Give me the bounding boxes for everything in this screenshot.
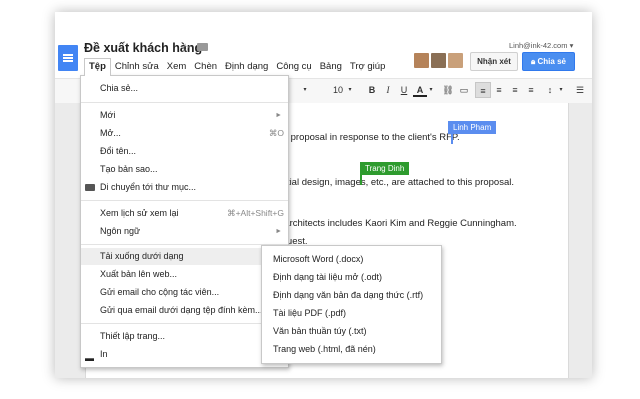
menu-item-page-setup[interactable]: Thiết lập trang... — [81, 328, 288, 345]
menu-item-print[interactable]: ▬In⌘P — [81, 346, 288, 363]
menu-file[interactable]: Tệp — [84, 58, 111, 76]
download-docx[interactable]: Microsoft Word (.docx) — [262, 250, 441, 268]
download-odt[interactable]: Định dạng tài liệu mở (.odt) — [262, 268, 441, 286]
align-justify-icon[interactable]: ≡ — [524, 82, 538, 98]
menu-item-download-as[interactable]: Tải xuống dưới dạng► — [81, 248, 288, 265]
italic-button[interactable]: I — [381, 82, 395, 98]
menu-edit[interactable]: Chỉnh sửa — [111, 58, 163, 76]
submenu-item-label: Văn bản thuần túy (.txt) — [273, 326, 367, 336]
menu-item-label: Mở... — [100, 128, 121, 138]
align-center-icon[interactable]: ≡ — [492, 82, 506, 98]
avatar[interactable] — [414, 53, 429, 68]
comments-button[interactable]: Nhận xét — [470, 52, 518, 71]
share-button[interactable]: 🔒︎ Chia sẻ — [522, 52, 575, 71]
bold-button[interactable]: B — [365, 82, 379, 98]
menu-item-label: Chia sẻ... — [100, 83, 139, 93]
menu-item-label: Ngôn ngữ — [100, 226, 141, 236]
underline-button[interactable]: U — [397, 82, 411, 98]
download-rtf[interactable]: Định dạng văn bản đa dạng thức (.rtf) — [262, 286, 441, 304]
menu-item-label: Đổi tên... — [100, 146, 137, 156]
shortcut-label: ⌘O — [268, 128, 284, 138]
line-spacing-icon[interactable]: ↕ — [543, 82, 557, 98]
avatar[interactable] — [448, 53, 463, 68]
menu-item-label: Xem lịch sử xem lại — [100, 208, 179, 218]
menu-item-label: Di chuyển tới thư mục... — [100, 182, 196, 192]
download-txt[interactable]: Văn bản thuần túy (.txt) — [262, 322, 441, 340]
chevron-right-icon: ► — [275, 228, 282, 235]
menu-divider — [81, 102, 288, 103]
menu-item-new[interactable]: Mới ► — [81, 107, 288, 124]
menu-item-label: Tải xuống dưới dạng — [100, 251, 184, 261]
chevron-right-icon: ► — [275, 112, 282, 119]
printer-icon: ▬ — [85, 353, 94, 363]
download-pdf[interactable]: Tài liệu PDF (.pdf) — [262, 304, 441, 322]
submenu-item-label: Tài liệu PDF (.pdf) — [273, 308, 347, 318]
menu-item-open[interactable]: Mở... ⌘O — [81, 125, 288, 142]
menu-bar: Tệp Chỉnh sửa Xem Chèn Định dạng Công cụ… — [84, 58, 389, 76]
menu-table[interactable]: Bảng — [316, 58, 346, 76]
chevron-down-icon[interactable]: ▾ — [557, 82, 565, 98]
account-email[interactable]: Linh@ink-42.com ▾ — [509, 41, 573, 50]
folder-icon — [85, 184, 95, 191]
chevron-down-icon[interactable]: ▾ — [301, 82, 309, 98]
menu-item-language[interactable]: Ngôn ngữ ► — [81, 223, 288, 240]
menu-item-label: Mới — [100, 110, 116, 120]
submenu-item-label: Trang web (.html, đã nén) — [273, 344, 376, 354]
download-html[interactable]: Trang web (.html, đã nén) — [262, 340, 441, 358]
menu-item-publish[interactable]: Xuất bản lên web... — [81, 266, 288, 283]
comment-icon[interactable]: ▭ — [457, 82, 471, 98]
menu-item-label: Gửi email cho cộng tác viên... — [100, 287, 220, 297]
menu-item-revision-history[interactable]: Xem lịch sử xem lại ⌘+Alt+Shift+G — [81, 205, 288, 222]
menu-divider — [81, 323, 288, 324]
menu-tools[interactable]: Công cụ — [272, 58, 315, 76]
menu-item-label: Xuất bản lên web... — [100, 269, 178, 279]
menu-item-move[interactable]: Di chuyển tới thư mục... — [81, 179, 288, 196]
folder-icon[interactable] — [197, 43, 208, 51]
font-size-select[interactable]: 10 — [331, 82, 345, 98]
align-left-icon[interactable]: ≡ — [475, 82, 491, 98]
menu-item-email-attachment[interactable]: Gửi qua email dưới dạng tệp đính kèm... — [81, 302, 288, 319]
body-line: killed architects includes Kaori Kim and… — [260, 218, 517, 229]
menu-format[interactable]: Định dạng — [221, 58, 272, 76]
submenu-item-label: Định dạng tài liệu mở (.odt) — [273, 272, 382, 282]
submenu-item-label: Định dạng văn bản đa dạng thức (.rtf) — [273, 290, 424, 300]
collaborator-cursor — [360, 173, 362, 185]
docs-home-icon[interactable] — [58, 45, 78, 71]
account-label: Linh@ink-42.com — [509, 41, 568, 50]
menu-item-share[interactable]: Chia sẻ... — [81, 80, 288, 97]
text-color-button[interactable]: A — [413, 82, 427, 97]
share-button-label: Chia sẻ — [537, 57, 566, 66]
align-right-icon[interactable]: ≡ — [508, 82, 522, 98]
collaborator-label-trang: Trang Dinh — [360, 162, 410, 175]
menu-item-email-collaborators[interactable]: Gửi email cho cộng tác viên... — [81, 284, 288, 301]
star-icon[interactable]: ☆ — [180, 41, 191, 55]
menu-help[interactable]: Trợ giúp — [346, 58, 389, 76]
chevron-down-icon[interactable]: ▾ — [427, 82, 435, 98]
menu-item-label: In — [100, 349, 108, 359]
link-icon[interactable]: ⛓ — [441, 82, 455, 98]
chevron-down-icon[interactable]: ▾ — [346, 82, 354, 98]
avatar[interactable] — [431, 53, 446, 68]
numbered-list-icon[interactable]: ☰ — [573, 82, 587, 98]
file-menu: Chia sẻ... Mới ► Mở... ⌘O Đổi tên... Tạo b… — [80, 75, 289, 368]
menu-divider — [81, 200, 288, 201]
download-submenu: Microsoft Word (.docx) Định dạng tài liệ… — [261, 245, 442, 364]
share-lock-icon: 🔒︎ — [531, 57, 536, 66]
collaborator-cursor — [451, 132, 453, 144]
menu-item-rename[interactable]: Đổi tên... — [81, 143, 288, 160]
menu-divider — [81, 244, 288, 245]
menu-item-label: Tạo bản sao... — [100, 164, 158, 174]
submenu-item-label: Microsoft Word (.docx) — [273, 254, 364, 264]
menu-view[interactable]: Xem — [163, 58, 191, 76]
body-line: ng this proposal in response to the clie… — [260, 132, 460, 143]
collaborator-label-linh: Linh Pham — [448, 121, 497, 134]
menu-item-label: Thiết lập trang... — [100, 331, 166, 341]
menu-item-make-copy[interactable]: Tạo bản sao... — [81, 161, 288, 178]
menu-item-label: Gửi qua email dưới dạng tệp đính kèm... — [100, 305, 263, 315]
body-line: als, initial design, images, etc., are a… — [260, 177, 514, 188]
menu-insert[interactable]: Chèn — [190, 58, 221, 76]
docs-window: Đề xuất khách hàng ☆ Tệp Chỉnh sửa Xem C… — [55, 12, 592, 378]
shortcut-label: ⌘+Alt+Shift+G — [227, 208, 284, 218]
